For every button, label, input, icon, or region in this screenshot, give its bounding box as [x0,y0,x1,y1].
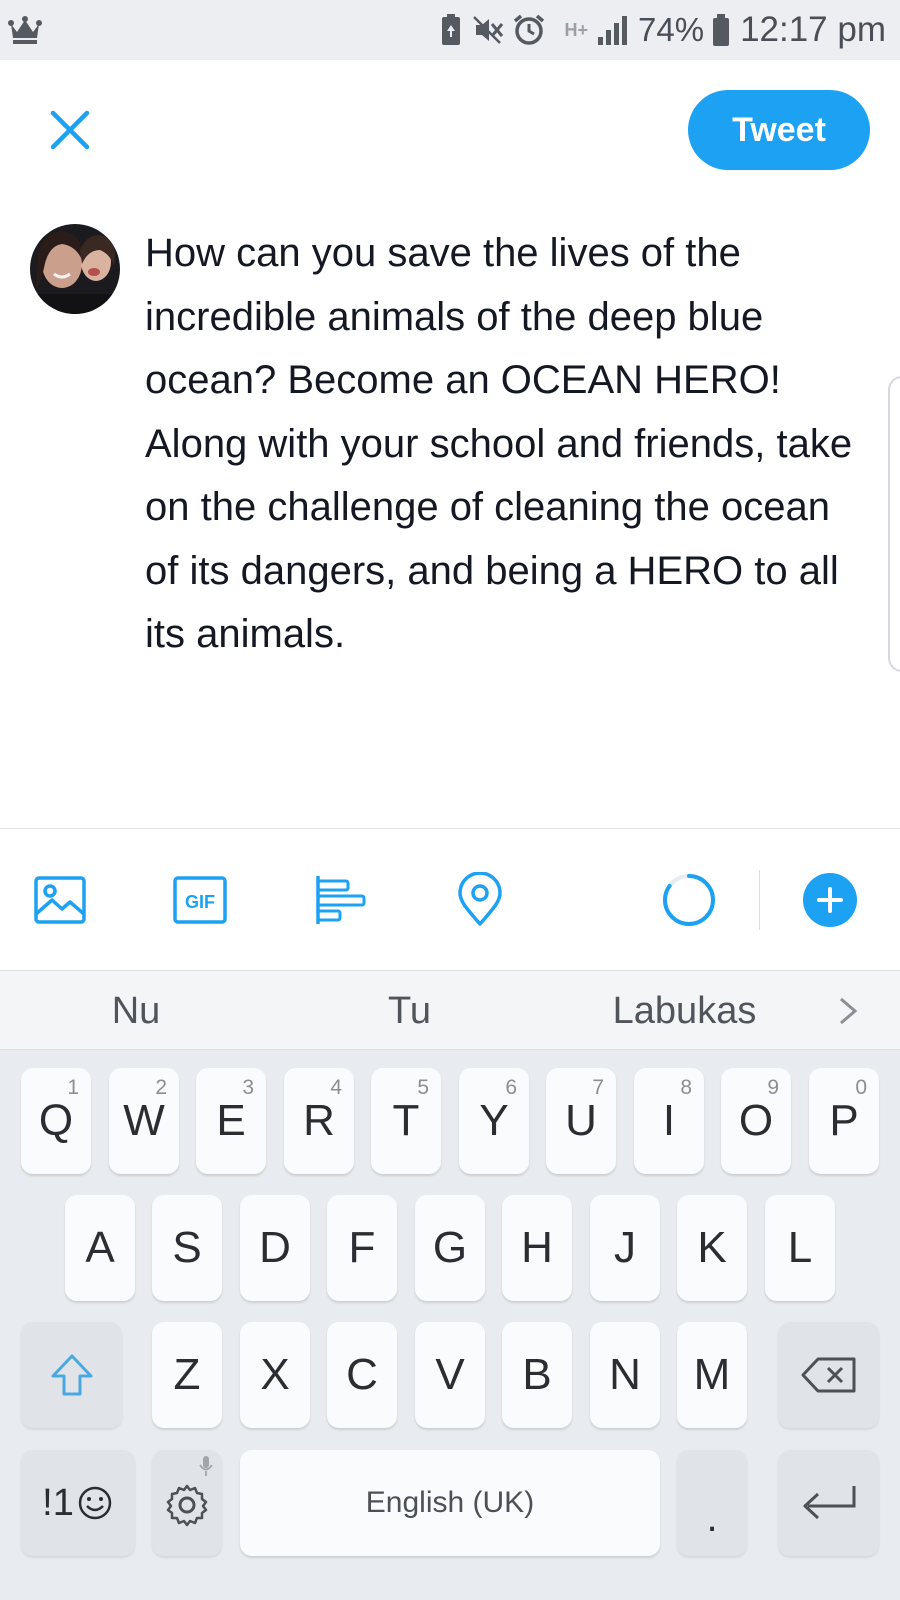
status-icons: H+ 74% 12:17 pm [440,0,886,60]
key-v[interactable]: V [415,1322,485,1428]
gif-icon[interactable]: GIF [172,872,228,928]
poll-icon[interactable] [312,872,368,928]
enter-icon [803,1486,855,1520]
suggestion-item[interactable]: Nu [0,971,272,1051]
key-r[interactable]: 4R [284,1068,354,1174]
key-y[interactable]: 6Y [459,1068,529,1174]
key-j[interactable]: J [590,1195,660,1301]
mute-vibrate-icon [473,16,504,44]
backspace-icon [801,1357,855,1393]
battery-icon [713,14,730,46]
key-u[interactable]: 7U [546,1068,616,1174]
image-icon[interactable] [32,872,88,928]
key-t[interactable]: 5T [371,1068,441,1174]
key-x[interactable]: X [240,1322,310,1428]
key-i[interactable]: 8I [634,1068,704,1174]
keyboard-suggestion-bar: Nu Tu Labukas [0,970,900,1050]
tweet-button[interactable]: Tweet [688,90,870,170]
key-w[interactable]: 2W [109,1068,179,1174]
edge-panel-handle[interactable] [888,376,900,672]
add-tweet-button[interactable] [803,873,857,927]
period-key[interactable]: . [677,1450,747,1556]
crown-icon [8,16,42,44]
avatar [30,224,120,314]
gif-label: GIF [185,892,215,912]
key-n[interactable]: N [590,1322,660,1428]
backspace-key[interactable] [778,1322,879,1428]
space-key[interactable]: English (UK) [240,1450,660,1556]
microphone-icon [199,1456,213,1476]
chevron-right-icon[interactable] [828,991,868,1031]
location-icon[interactable] [452,872,508,928]
shift-arrow-icon [51,1354,92,1396]
key-l[interactable]: L [765,1195,835,1301]
battery-percent: 74% [638,11,705,48]
battery-saver-icon [442,14,461,45]
key-q[interactable]: 1Q [21,1068,91,1174]
key-a[interactable]: A [65,1195,135,1301]
key-c[interactable]: C [327,1322,397,1428]
gear-icon [166,1484,208,1527]
shift-key[interactable] [21,1322,122,1428]
key-p[interactable]: 0P [809,1068,879,1174]
key-m[interactable]: M [677,1322,747,1428]
key-o[interactable]: 9O [721,1068,791,1174]
key-g[interactable]: G [415,1195,485,1301]
key-e[interactable]: 3E [196,1068,266,1174]
suggestion-item[interactable]: Tu [272,971,547,1051]
suggestion-item[interactable]: Labukas [547,971,822,1051]
tweet-text-input[interactable]: How can you save the lives of the incred… [145,222,860,667]
plus-icon [817,887,843,913]
key-f[interactable]: F [327,1195,397,1301]
toolbar-divider [0,828,900,829]
enter-key[interactable] [778,1450,879,1556]
key-s[interactable]: S [152,1195,222,1301]
close-icon[interactable] [44,104,96,156]
character-count-ring-icon [660,871,718,929]
network-type: H+ [564,19,588,40]
key-b[interactable]: B [502,1322,572,1428]
key-h[interactable]: H [502,1195,572,1301]
symbols-key[interactable]: !1 [21,1450,135,1556]
status-bar: H+ 74% 12:17 pm [0,0,900,60]
signal-icon [598,16,627,45]
key-z[interactable]: Z [152,1322,222,1428]
emoji-icon [78,1486,112,1520]
key-d[interactable]: D [240,1195,310,1301]
toolbar-separator [759,870,760,930]
alarm-icon [514,14,545,45]
key-k[interactable]: K [677,1195,747,1301]
settings-key[interactable] [152,1450,222,1556]
clock: 12:17 pm [740,10,886,49]
